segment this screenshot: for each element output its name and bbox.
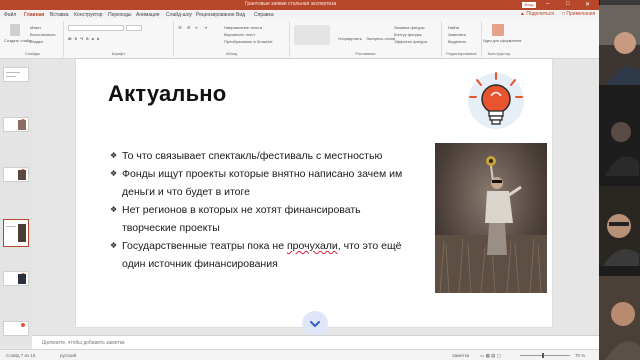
tab-insert[interactable]: Вставка	[50, 12, 69, 18]
text-direction-button[interactable]: Направление текста	[224, 25, 262, 30]
ribbon-group-paragraph: ☰ ☰ ⇤ ⇥ Направление текста Выровнять тек…	[174, 21, 290, 57]
maximize-icon[interactable]: □	[566, 1, 570, 7]
group-label: Шрифт	[111, 51, 126, 56]
spellcheck-word: прочухали	[286, 240, 338, 252]
tab-design[interactable]: Конструктор	[74, 12, 103, 18]
performer-photo[interactable]	[435, 143, 547, 293]
slide-title[interactable]: Актуально	[108, 81, 226, 107]
participant-video	[599, 5, 640, 85]
ribbon-group-drawing: Упорядочить Экспресс-стили Заливка фигур…	[290, 21, 442, 57]
ribbon-group-clipboard: Создать слайд Макет Восстановить Раздел …	[2, 21, 64, 57]
screen: Грантовые заявки стальная экспертиза Вхо…	[0, 0, 640, 360]
participant-video-tile[interactable]	[599, 96, 640, 176]
slide-thumbnail[interactable]	[3, 67, 29, 82]
tab-transitions[interactable]: Переходы	[108, 12, 131, 18]
align-text-button[interactable]: Выровнять текст	[224, 32, 255, 37]
ribbon-group-font: ЖКЧSab Шрифт	[64, 21, 174, 57]
tab-help[interactable]: Справка	[254, 12, 274, 18]
group-label: Конструктор	[487, 51, 511, 56]
status-bar: Слайд 7 из 15 русский Заметки ▭ ▦ ▤ ▢ 70…	[0, 349, 599, 360]
find-button[interactable]: Найти	[448, 25, 459, 30]
zoom-level[interactable]: 70 %	[575, 353, 585, 358]
bullet-list[interactable]: То что связывает спектакль/фестиваль с м…	[110, 147, 410, 273]
tab-review[interactable]: Рецензирование	[196, 12, 235, 18]
powerpoint-window: Грантовые заявки стальная экспертиза Вхо…	[0, 0, 599, 360]
replace-button[interactable]: Заменить	[448, 32, 466, 37]
design-ideas-icon[interactable]	[492, 24, 504, 36]
list-buttons[interactable]: ☰ ☰ ⇤ ⇥	[178, 25, 209, 30]
participant-video	[599, 186, 640, 266]
smartart-button[interactable]: Преобразовать в SmartArt	[224, 39, 273, 44]
participant-video	[599, 276, 640, 360]
close-icon[interactable]: ✕	[585, 1, 590, 8]
layout-button[interactable]: Макет	[30, 25, 41, 30]
notes-placeholder: Щелкните, чтобы добавить заметки	[42, 340, 125, 346]
new-slide-button[interactable]: Создать слайд	[4, 38, 31, 43]
quick-styles-button[interactable]: Экспресс-стили	[366, 36, 395, 41]
select-button[interactable]: Выделить	[448, 39, 466, 44]
minimize-icon[interactable]: –	[546, 1, 549, 7]
notes-pane[interactable]: Щелкните, чтобы добавить заметки	[32, 335, 599, 349]
participant-video	[599, 96, 640, 176]
bullet-item: Фонды ищут проекты которые внятно написа…	[110, 165, 410, 201]
ribbon-group-designer: Идеи для оформления Конструктор	[482, 21, 521, 57]
chevron-down-icon	[310, 321, 320, 328]
font-size-field[interactable]	[126, 25, 142, 31]
slide-thumbnail[interactable]	[3, 167, 29, 182]
zoom-slider[interactable]	[520, 355, 570, 356]
group-label: Редактирование	[446, 51, 477, 56]
participant-video-tile[interactable]	[599, 5, 640, 85]
zoom-slider-handle[interactable]	[542, 353, 544, 358]
slide-thumbnails-pane	[0, 59, 32, 346]
slide-counter: Слайд 7 из 15	[6, 353, 36, 358]
font-name-field[interactable]	[68, 25, 124, 31]
title-bar: Грантовые заявки стальная экспертиза Вхо…	[0, 0, 599, 10]
group-label: Абзац	[225, 51, 238, 56]
new-slide-icon[interactable]	[10, 24, 20, 36]
participant-video-tile[interactable]	[599, 186, 640, 266]
ribbon: Создать слайд Макет Восстановить Раздел …	[0, 19, 599, 59]
sign-in-button[interactable]: Вход	[522, 2, 536, 8]
shape-effects-button[interactable]: Эффекты фигуры	[394, 39, 427, 44]
scroll-down-button[interactable]	[302, 311, 328, 337]
bullet-item: Нет регионов в которых не хотят финансир…	[110, 201, 410, 237]
share-button[interactable]: ▲ Поделиться	[520, 11, 554, 17]
ribbon-tabs: Файл Главная Вставка Конструктор Переход…	[0, 10, 599, 19]
slide-canvas[interactable]: Актуально То что связывает спектакль/фес…	[76, 59, 552, 337]
slide-thumbnail-selected[interactable]	[3, 219, 29, 247]
comments-button[interactable]: □ Примечания	[562, 11, 595, 17]
font-format-buttons[interactable]: ЖКЧSab	[68, 36, 102, 41]
lightbulb-icon	[468, 72, 524, 129]
shape-fill-button[interactable]: Заливка фигуры	[394, 25, 425, 30]
ribbon-group-editing: Найти Заменить Выделить Редактирование	[442, 21, 482, 57]
tab-animations[interactable]: Анимация	[136, 12, 159, 18]
reset-button[interactable]: Восстановить	[30, 32, 56, 37]
notes-toggle-button[interactable]: Заметки	[452, 353, 469, 358]
language-indicator[interactable]: русский	[60, 353, 76, 358]
bullet-item: То что связывает спектакль/фестиваль с м…	[110, 147, 410, 165]
arrange-button[interactable]: Упорядочить	[338, 36, 362, 41]
document-title: Грантовые заявки стальная экспертиза	[245, 1, 337, 7]
slide-thumbnail[interactable]	[3, 271, 29, 286]
tab-home[interactable]: Главная	[24, 12, 44, 18]
tab-view[interactable]: Вид	[236, 12, 245, 18]
slide-thumbnail[interactable]	[3, 321, 29, 336]
tab-slideshow[interactable]: Слайд-шоу	[166, 12, 192, 18]
group-label: Слайды	[25, 51, 40, 56]
shapes-gallery[interactable]	[294, 25, 330, 45]
shape-outline-button[interactable]: Контур фигуры	[394, 32, 422, 37]
section-button[interactable]: Раздел	[30, 39, 43, 44]
slide-thumbnail[interactable]	[3, 117, 29, 132]
group-label: Рисование	[355, 51, 376, 56]
design-ideas-button[interactable]: Идеи для оформления	[483, 39, 521, 43]
normal-view-icon[interactable]: ▭ ▦ ▤ ▢	[480, 353, 501, 359]
bullet-item: Государственные театры пока не прочухали…	[110, 237, 410, 273]
participant-video-tile[interactable]	[599, 276, 640, 360]
tab-file[interactable]: Файл	[4, 12, 16, 18]
